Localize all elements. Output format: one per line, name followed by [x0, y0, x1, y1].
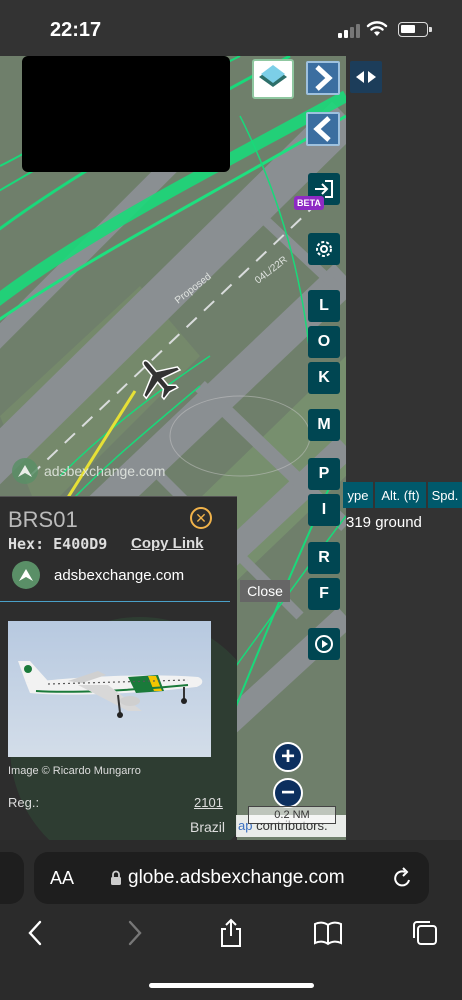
next-button[interactable]: [306, 61, 340, 95]
map-watermark: adsbexchange.com: [12, 458, 165, 484]
forward-icon[interactable]: [124, 918, 146, 948]
callsign: BRS01: [8, 507, 78, 532]
lock-icon: [111, 870, 121, 885]
expand-sidebar-button[interactable]: [350, 61, 382, 93]
toggle-i-button[interactable]: I: [308, 494, 340, 526]
column-header-speed[interactable]: Spd.: [428, 482, 462, 508]
watermark-text: adsbexchange.com: [44, 463, 166, 479]
expand-arrows-icon: [356, 71, 376, 83]
cellular-signal-icon: [338, 24, 360, 38]
home-indicator: [149, 983, 314, 988]
toggle-p-button[interactable]: P: [308, 458, 340, 490]
column-header-type[interactable]: ype: [343, 482, 373, 508]
close-button[interactable]: Close: [240, 580, 290, 602]
status-bar: 22:17: [0, 0, 462, 56]
toggle-f-button[interactable]: F: [308, 578, 340, 610]
reload-icon[interactable]: [392, 866, 414, 890]
close-panel-button[interactable]: ✕: [190, 507, 212, 529]
chevron-left-icon: [313, 116, 331, 142]
address-bar[interactable]: AA globe.adsbexchange.com: [34, 852, 429, 904]
replay-icon: [315, 635, 333, 653]
plus-icon: +: [280, 743, 295, 770]
settings-button[interactable]: [308, 233, 340, 265]
adsbexchange-logo-icon: [12, 458, 38, 484]
aircraft-info-panel: BRS01 ✕ Hex: E400D9 Copy Link adsbexchan…: [0, 496, 237, 840]
previous-button[interactable]: [306, 112, 340, 146]
share-icon[interactable]: [218, 918, 244, 948]
beta-badge: BETA: [294, 196, 324, 210]
toggle-m-button[interactable]: M: [308, 409, 340, 441]
gear-icon: [316, 241, 332, 257]
panel-brand: adsbexchange.com: [12, 561, 184, 589]
toggle-k-button[interactable]: K: [308, 362, 340, 394]
close-icon: ✕: [195, 509, 207, 526]
zoom-out-button[interactable]: −: [273, 778, 303, 808]
battery-icon: [398, 22, 432, 37]
country: Brazil: [190, 819, 226, 835]
wifi-icon: [366, 21, 388, 36]
text-size-button[interactable]: AA: [50, 868, 74, 889]
registration-link[interactable]: 2101: [194, 795, 223, 810]
clock: 22:17: [50, 19, 102, 41]
brand-text: adsbexchange.com: [54, 566, 185, 584]
toggle-r-button[interactable]: R: [308, 542, 340, 574]
divider: [0, 601, 230, 602]
replay-button[interactable]: [308, 628, 340, 660]
toggle-o-button[interactable]: O: [308, 326, 340, 358]
registration-label: Reg.:: [8, 795, 40, 810]
chevron-right-icon: [315, 65, 333, 91]
side-panel-background: [346, 56, 462, 840]
table-row[interactable]: 319 ground: [346, 514, 422, 531]
zoom-in-button[interactable]: +: [273, 742, 303, 772]
bookmarks-icon[interactable]: [313, 918, 343, 948]
redacted-region: [22, 56, 230, 172]
previous-tab-preview[interactable]: [0, 852, 24, 904]
toggle-l-button[interactable]: L: [308, 290, 340, 322]
aircraft-photo[interactable]: [8, 621, 211, 757]
copy-link-button[interactable]: Copy Link: [131, 535, 204, 552]
tabs-icon[interactable]: [410, 918, 440, 948]
layers-icon: [259, 65, 287, 87]
adsbexchange-logo-icon: [12, 561, 40, 589]
back-icon[interactable]: [24, 918, 46, 948]
layers-button[interactable]: [252, 59, 294, 99]
scale-bar: 0.2 NM: [248, 806, 336, 824]
minus-icon: −: [280, 779, 295, 806]
hex-code: Hex: E400D9: [8, 535, 108, 553]
column-header-altitude[interactable]: Alt. (ft): [375, 482, 426, 508]
photo-credit: Image © Ricardo Mungarro: [8, 765, 141, 777]
url-text[interactable]: globe.adsbexchange.com: [128, 867, 345, 889]
